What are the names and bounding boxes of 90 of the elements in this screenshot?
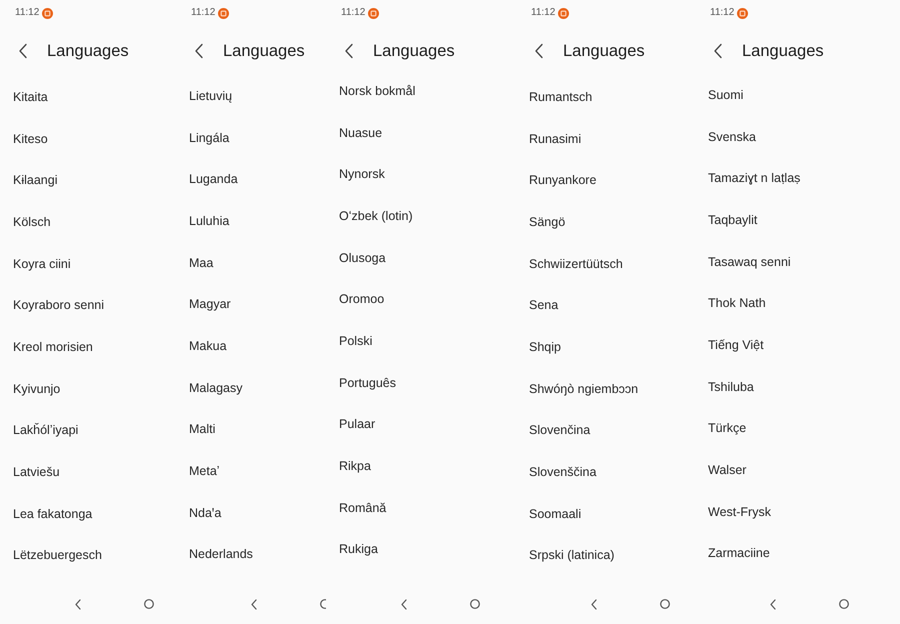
screen-title: Languages (223, 41, 305, 61)
language-item[interactable]: Türkçe (708, 420, 746, 436)
back-icon[interactable] (74, 598, 82, 610)
language-item[interactable]: Português (339, 374, 396, 391)
back-icon[interactable] (590, 598, 598, 610)
language-item[interactable]: Kitaita (13, 88, 48, 105)
language-item[interactable]: Lea fakatonga (13, 506, 92, 522)
language-item[interactable]: Tshiluba (708, 378, 754, 395)
language-item[interactable]: Pulaar (339, 416, 376, 432)
language-item[interactable]: Sena (529, 297, 558, 314)
language-item[interactable]: Magyar (189, 296, 231, 312)
language-item[interactable]: Maa (189, 254, 214, 271)
language-item[interactable]: Luluhia (189, 212, 230, 229)
language-item[interactable]: Runyankore (529, 172, 596, 188)
screen-title: Languages (373, 41, 455, 61)
language-item[interactable]: Ndaꞌa (189, 504, 222, 521)
language-item[interactable]: Kyivunjo (13, 380, 60, 397)
language-item[interactable]: Srpski (latinica) (529, 547, 614, 564)
status-time: 11:12 (15, 7, 40, 19)
status-time: 11:12 (191, 7, 216, 19)
language-item[interactable]: Malti (189, 421, 216, 438)
language-item[interactable]: Shqip (529, 338, 561, 355)
screen-title: Languages (563, 41, 645, 61)
language-item[interactable]: Shwóŋò ngiembɔɔn (529, 380, 638, 397)
language-item[interactable]: Thok Nath (708, 295, 766, 312)
language-item[interactable]: Lakȟólʼiyapi (13, 422, 78, 438)
screen-title: Languages (742, 41, 824, 61)
language-item[interactable]: Kölsch (13, 214, 51, 230)
notification-icon (737, 8, 748, 18)
language-item[interactable]: Lingála (189, 130, 230, 146)
status-time: 11:12 (531, 7, 556, 19)
language-item[interactable]: Taqbaylit (708, 212, 758, 228)
notification-icon (368, 8, 380, 18)
language-item[interactable]: Luganda (189, 171, 238, 188)
notification-icon (218, 8, 230, 18)
language-item[interactable]: Koyraboro senni (13, 297, 104, 314)
language-item[interactable]: Nederlands (189, 546, 253, 562)
language-item[interactable]: Olusoga (339, 250, 386, 266)
back-icon[interactable] (250, 598, 258, 610)
language-item[interactable]: Nuasue (339, 124, 382, 141)
language-item[interactable]: Norsk bokmål (339, 82, 416, 99)
language-item[interactable]: West-Frysk (708, 504, 771, 520)
back-icon[interactable] (194, 43, 204, 59)
language-item[interactable]: Tasawaq senni (708, 254, 791, 270)
language-item[interactable]: Tamaziɣt n laṭlaṣ (708, 170, 800, 186)
language-item[interactable]: Walser (708, 462, 746, 478)
home-icon[interactable] (144, 599, 154, 609)
language-item[interactable]: Schwiizertüütsch (529, 256, 623, 272)
language-item[interactable]: Polski (339, 332, 372, 349)
language-item[interactable]: Tiếng Việt (708, 336, 764, 353)
language-item[interactable]: Română (339, 500, 386, 516)
language-item[interactable]: Makua (189, 338, 227, 354)
home-icon[interactable] (470, 599, 480, 609)
back-icon[interactable] (713, 43, 723, 59)
language-item[interactable]: Lëtzebuergesch (13, 547, 102, 564)
language-item[interactable]: Oʻzbek (lotin) (339, 208, 413, 224)
language-item[interactable]: Kɨlaangi (13, 172, 58, 188)
language-item[interactable]: Rukiga (339, 541, 378, 558)
language-item[interactable]: Oromoo (339, 291, 384, 308)
language-item[interactable]: Kreol morisien (13, 338, 93, 355)
home-icon[interactable] (839, 599, 849, 609)
language-item[interactable]: Runasimi (529, 130, 582, 147)
notification-icon (558, 8, 570, 18)
language-item[interactable]: Sängö (529, 214, 566, 230)
screen-title: Languages (47, 41, 129, 61)
status-time: 11:12 (710, 7, 734, 19)
language-item[interactable]: Kiteso (13, 130, 48, 147)
back-icon[interactable] (400, 598, 408, 610)
language-item[interactable]: Slovenščina (529, 464, 596, 480)
language-item[interactable]: Rumantsch (529, 88, 592, 105)
language-item[interactable]: Malagasy (189, 380, 242, 396)
language-item[interactable]: Slovenčina (529, 422, 590, 438)
language-item[interactable]: Suomi (708, 86, 744, 103)
back-icon[interactable] (769, 598, 777, 610)
language-item[interactable]: Koyra ciini (13, 256, 71, 272)
notification-icon (42, 8, 54, 18)
home-icon[interactable] (660, 599, 670, 609)
language-item[interactable]: Metaʼ (189, 463, 220, 480)
language-item[interactable]: Zarmaciine (708, 545, 770, 562)
language-item[interactable]: Soomaali (529, 506, 582, 522)
status-time: 11:12 (341, 7, 366, 19)
language-item[interactable]: Latviešu (13, 464, 60, 480)
language-item[interactable]: Nynorsk (339, 166, 385, 182)
back-icon[interactable] (18, 43, 28, 59)
home-icon[interactable] (320, 599, 326, 609)
language-item[interactable]: Svenska (708, 128, 756, 145)
language-item[interactable]: Lietuvių (189, 88, 232, 104)
language-item[interactable]: Rikpa (339, 458, 371, 474)
back-icon[interactable] (344, 43, 354, 59)
back-icon[interactable] (534, 43, 544, 59)
